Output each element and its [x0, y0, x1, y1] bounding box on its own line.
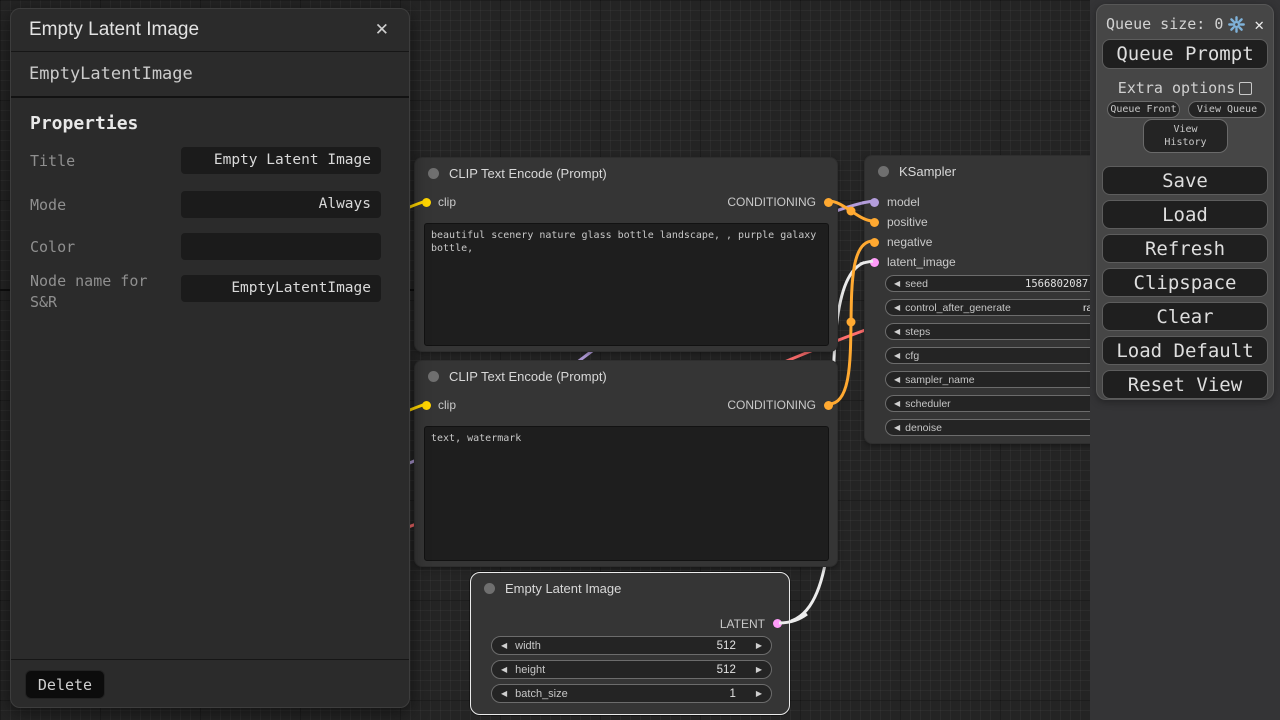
decrement-icon[interactable]: ◀ — [501, 665, 507, 674]
node-header[interactable]: Empty Latent Image — [471, 573, 789, 603]
positive-input-label: positive — [887, 215, 928, 229]
decrement-icon[interactable]: ◀ — [894, 375, 900, 384]
increment-icon[interactable]: ▶ — [756, 641, 762, 650]
decrement-icon[interactable]: ◀ — [894, 423, 900, 432]
dialog-footer-divider — [11, 659, 409, 660]
clipspace-button[interactable]: Clipspace — [1102, 268, 1268, 297]
close-icon[interactable]: ✕ — [369, 18, 395, 42]
refresh-button[interactable]: Refresh — [1102, 234, 1268, 263]
properties-section-title: Properties — [30, 113, 138, 134]
link-midpoint-dot — [847, 207, 856, 216]
negative-input-label: negative — [887, 235, 932, 249]
latent-output-label: LATENT — [720, 617, 765, 631]
node-ksampler[interactable]: KSampler model positive negative latent_… — [864, 155, 1090, 444]
clip-input-slot[interactable] — [422, 198, 431, 207]
node-title: KSampler — [899, 164, 956, 179]
latent-output-slot[interactable] — [773, 619, 782, 628]
prompt-textarea[interactable]: text, watermark — [424, 426, 829, 561]
view-queue-button[interactable]: View Queue — [1188, 101, 1266, 118]
queue-size-label: Queue size: 0 — [1106, 15, 1223, 33]
model-input-label: model — [887, 195, 920, 209]
node-title: CLIP Text Encode (Prompt) — [449, 369, 607, 384]
close-menu-icon[interactable]: ✕ — [1254, 15, 1264, 34]
widget-batch-size[interactable]: ◀ batch_size 1 ▶ — [491, 684, 772, 703]
view-history-button[interactable]: View History — [1143, 119, 1228, 153]
comfy-menu: Queue size: 0 ✕ Queue Prompt Extra — [1096, 4, 1274, 400]
field-label-color: Color — [30, 237, 182, 258]
widget-height[interactable]: ◀ height 512 ▶ — [491, 660, 772, 679]
collapse-dot-icon[interactable] — [878, 166, 889, 177]
collapse-dot-icon[interactable] — [484, 583, 495, 594]
settings-gear-icon[interactable] — [1228, 16, 1245, 33]
widget-steps[interactable]: ◀ steps — [885, 323, 1090, 340]
load-button[interactable]: Load — [1102, 200, 1268, 229]
widget-scheduler[interactable]: ◀ scheduler — [885, 395, 1090, 412]
latent-image-input-label: latent_image — [887, 255, 956, 269]
decrement-icon[interactable]: ◀ — [894, 327, 900, 336]
decrement-icon[interactable]: ◀ — [501, 689, 507, 698]
node-type-name: EmptyLatentImage — [11, 52, 409, 98]
widget-cfg[interactable]: ◀ cfg — [885, 347, 1090, 364]
extra-options-label: Extra options — [1118, 79, 1235, 97]
queue-front-button[interactable]: Queue Front — [1107, 101, 1180, 118]
latent-image-input-slot[interactable] — [870, 258, 879, 267]
field-node-name[interactable]: EmptyLatentImage — [181, 275, 381, 302]
save-button[interactable]: Save — [1102, 166, 1268, 195]
node-empty-latent-image[interactable]: Empty Latent Image LATENT ◀ width 512 ▶ … — [470, 572, 790, 715]
field-label-mode: Mode — [30, 195, 182, 216]
extra-options-checkbox[interactable] — [1239, 82, 1252, 95]
negative-input-slot[interactable] — [870, 238, 879, 247]
decrement-icon[interactable]: ◀ — [501, 641, 507, 650]
properties-dialog: Empty Latent Image ✕ EmptyLatentImage Pr… — [10, 8, 410, 708]
delete-button[interactable]: Delete — [25, 670, 105, 699]
node-header[interactable]: CLIP Text Encode (Prompt) — [415, 361, 837, 391]
model-input-slot[interactable] — [870, 198, 879, 207]
widget-seed[interactable]: ◀ seed 1566802087 — [885, 275, 1090, 292]
node-title: Empty Latent Image — [505, 581, 621, 596]
widget-control-after-generate[interactable]: ◀ control_after_generate randomize — [885, 299, 1090, 316]
field-label-node-name: Node name for S&R — [30, 271, 182, 313]
clip-input-label: clip — [438, 195, 456, 209]
node-clip-text-encode-positive[interactable]: CLIP Text Encode (Prompt) clip CONDITION… — [414, 157, 838, 352]
field-color[interactable] — [181, 233, 381, 260]
load-default-button[interactable]: Load Default — [1102, 336, 1268, 365]
widget-width[interactable]: ◀ width 512 ▶ — [491, 636, 772, 655]
collapse-dot-icon[interactable] — [428, 168, 439, 179]
prompt-textarea[interactable]: beautiful scenery nature glass bottle la… — [424, 223, 829, 346]
field-title[interactable]: Empty Latent Image — [181, 147, 381, 174]
increment-icon[interactable]: ▶ — [756, 665, 762, 674]
clear-button[interactable]: Clear — [1102, 302, 1268, 331]
decrement-icon[interactable]: ◀ — [894, 303, 900, 312]
widget-denoise[interactable]: ◀ denoise — [885, 419, 1090, 436]
decrement-icon[interactable]: ◀ — [894, 351, 900, 360]
conditioning-output-label: CONDITIONING — [727, 398, 816, 412]
positive-input-slot[interactable] — [870, 218, 879, 227]
reset-view-button[interactable]: Reset View — [1102, 370, 1268, 399]
field-label-title: Title — [30, 151, 182, 172]
conditioning-output-label: CONDITIONING — [727, 195, 816, 209]
node-clip-text-encode-negative[interactable]: CLIP Text Encode (Prompt) clip CONDITION… — [414, 360, 838, 567]
conditioning-output-slot[interactable] — [824, 401, 833, 410]
conditioning-output-slot[interactable] — [824, 198, 833, 207]
clip-input-slot[interactable] — [422, 401, 431, 410]
node-title: CLIP Text Encode (Prompt) — [449, 166, 607, 181]
node-header[interactable]: KSampler — [865, 156, 1090, 186]
link-midpoint-dot — [847, 318, 856, 327]
field-mode[interactable]: Always — [181, 191, 381, 218]
clip-input-label: clip — [438, 398, 456, 412]
increment-icon[interactable]: ▶ — [756, 689, 762, 698]
decrement-icon[interactable]: ◀ — [894, 279, 900, 288]
collapse-dot-icon[interactable] — [428, 371, 439, 382]
widget-sampler-name[interactable]: ◀ sampler_name — [885, 371, 1090, 388]
dialog-title: Empty Latent Image — [29, 19, 369, 41]
decrement-icon[interactable]: ◀ — [894, 399, 900, 408]
queue-prompt-button[interactable]: Queue Prompt — [1102, 39, 1268, 69]
node-header[interactable]: CLIP Text Encode (Prompt) — [415, 158, 837, 188]
